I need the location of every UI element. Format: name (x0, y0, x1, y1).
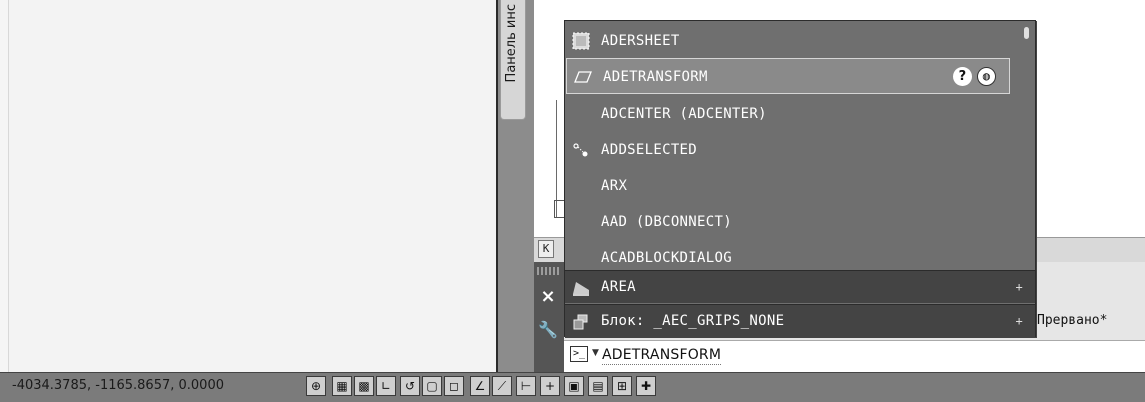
infer-constraints-icon[interactable]: ⊕ (306, 376, 326, 396)
autocomplete-item-arx[interactable]: ARX (565, 168, 1035, 204)
autocomplete-item-addselected[interactable]: ADDSELECTED (565, 132, 1035, 168)
autocomplete-item-label: ADDSELECTED (601, 142, 698, 158)
close-icon[interactable]: × (538, 287, 558, 307)
autocomplete-item-label: ADETRANSFORM (603, 69, 708, 85)
expand-icon[interactable]: + (1015, 271, 1023, 304)
drawing-geometry (554, 200, 564, 218)
coordinates-readout[interactable]: -4034.3785, -1165.8657, 0.0000 (12, 378, 224, 393)
autocomplete-item-adetransform[interactable]: ADETRANSFORM ? ◍ (566, 58, 1010, 94)
selection-cycling-icon[interactable]: ⊞ (612, 376, 632, 396)
wrench-icon[interactable]: 🔧 (538, 320, 558, 340)
chevron-down-icon[interactable]: ▼ (592, 348, 599, 358)
ortho-mode-icon[interactable]: ∟ (376, 376, 396, 396)
dynamic-input-icon[interactable]: ⊢ (516, 376, 536, 396)
first-layout-button-label: K (542, 242, 550, 255)
quick-properties-icon[interactable]: ▤ (588, 376, 608, 396)
parallelogram-icon (574, 71, 592, 83)
autocomplete-item-label: ARX (601, 178, 628, 194)
autocomplete-item-label: Блок: _AEC_GRIPS_NONE (601, 313, 785, 329)
command-history-text: Прервано* (1037, 313, 1108, 328)
transparency-icon[interactable]: ▣ (564, 376, 584, 396)
autocomplete-item-adcenter[interactable]: ADCENTER (ADCENTER) (565, 96, 1035, 132)
autocomplete-item-aad[interactable]: AAD (DBCONNECT) (565, 204, 1035, 240)
object-snap-icon[interactable]: ▢ (422, 376, 442, 396)
snap-mode-icon[interactable]: ▦ (332, 376, 352, 396)
sheet-icon (572, 32, 590, 50)
autocomplete-item-label: AAD (DBCONNECT) (601, 214, 732, 230)
first-layout-button[interactable]: K (538, 240, 554, 258)
autocomplete-item-label: ADCENTER (ADCENTER) (601, 106, 767, 122)
command-line-grip[interactable] (537, 267, 559, 275)
annotation-monitor-icon[interactable]: ✚ (636, 376, 656, 396)
expand-icon[interactable]: + (1015, 305, 1023, 338)
grid-display-icon[interactable]: ▩ (354, 376, 374, 396)
autocomplete-item-label: AREA (601, 279, 636, 295)
tool-palette-tab[interactable]: Панель инс (500, 0, 526, 120)
command-line-sidebar (534, 262, 564, 372)
command-autocomplete-list[interactable]: ADERSHEET ADETRANSFORM ? ◍ ADCENTER (ADC… (564, 20, 1036, 337)
command-input[interactable]: ADETRANSFORM (602, 346, 722, 365)
autocomplete-group-block[interactable]: Блок: _AEC_GRIPS_NONE + (565, 304, 1035, 337)
add-selected-icon (573, 143, 588, 157)
left-viewport[interactable] (0, 0, 498, 372)
area-icon (573, 282, 589, 296)
polar-tracking-icon[interactable]: ↺ (400, 376, 420, 396)
3d-object-snap-icon[interactable]: ◻ (444, 376, 464, 396)
autocomplete-item-label: ADERSHEET (601, 33, 680, 49)
help-icon[interactable]: ? (953, 67, 972, 86)
search-online-icon[interactable]: ◍ (977, 67, 996, 86)
block-icon (573, 314, 588, 330)
autocomplete-item-adersheet[interactable]: ADERSHEET (565, 23, 1035, 59)
dynamic-ucs-icon[interactable]: ⟋ (492, 376, 512, 396)
command-prompt-icon[interactable]: >_ (570, 346, 588, 362)
object-snap-tracking-icon[interactable]: ∠ (470, 376, 490, 396)
lineweight-icon[interactable]: + (540, 376, 560, 396)
autocomplete-group-area[interactable]: AREA + (565, 270, 1035, 303)
left-viewport-canvas[interactable] (8, 0, 496, 372)
tool-palette-tab-label: Панель инс (504, 4, 519, 83)
